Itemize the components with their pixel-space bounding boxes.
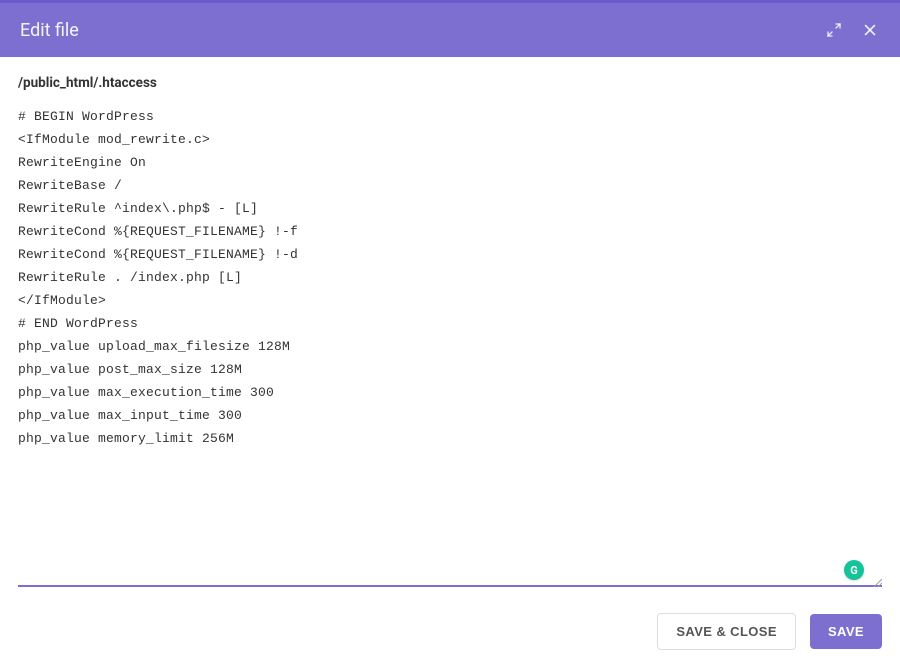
modal-body: /public_html/.htaccess G xyxy=(0,57,900,587)
editor-container: G xyxy=(18,105,882,587)
close-icon[interactable] xyxy=(860,20,880,40)
expand-icon[interactable] xyxy=(824,20,844,40)
save-button[interactable]: SAVE xyxy=(810,614,882,649)
edit-file-modal: Edit file /public_html/.htaccess xyxy=(0,0,900,660)
modal-header: Edit file xyxy=(0,3,900,57)
grammarly-icon[interactable]: G xyxy=(844,560,864,580)
modal-footer: SAVE & CLOSE SAVE xyxy=(0,587,900,660)
modal-title: Edit file xyxy=(20,20,79,41)
file-content-editor[interactable] xyxy=(18,105,882,583)
save-and-close-button[interactable]: SAVE & CLOSE xyxy=(657,613,796,650)
file-path: /public_html/.htaccess xyxy=(18,75,882,91)
header-actions xyxy=(824,20,880,40)
